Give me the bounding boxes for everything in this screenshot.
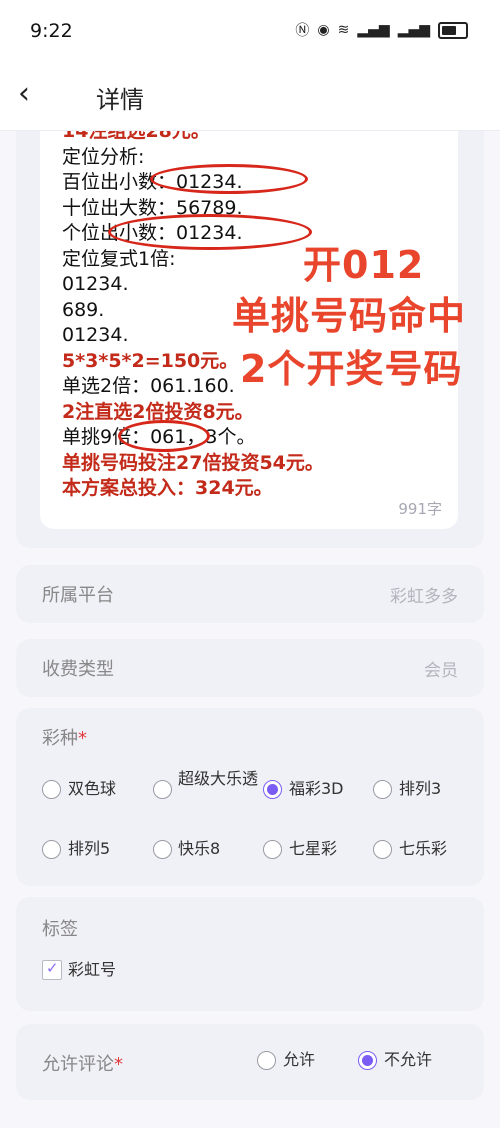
comments-radio-disallow[interactable] xyxy=(358,1051,377,1070)
page-title: 详情 xyxy=(96,86,144,114)
plan-line: 单挑号码投注27倍投资54元。 xyxy=(62,451,324,474)
signal-icon: ▂▄▆ xyxy=(357,22,390,38)
tag-checkbox-label[interactable]: 彩虹号 xyxy=(68,959,116,980)
highlight-ellipse xyxy=(150,164,308,194)
comments-option-label[interactable]: 不允许 xyxy=(384,1049,432,1070)
overlay-text-line: 开012 xyxy=(303,243,425,287)
plan-line: 14注组选28元。 xyxy=(62,131,210,142)
lottery-option-label[interactable]: 排列5 xyxy=(68,838,110,859)
plan-line: 定位复式1倍: xyxy=(62,247,176,270)
status-icons: Ⓝ ◉ ≋ ▂▄▆ ▂▄▆ xyxy=(295,20,468,40)
battery-icon xyxy=(438,21,468,39)
comments-panel: 允许评论* 允许 不允许 xyxy=(16,1024,484,1100)
lottery-radio-pailie3[interactable] xyxy=(373,780,392,799)
check-icon: ✓ xyxy=(46,959,59,977)
required-mark: * xyxy=(114,1054,123,1075)
nfc-icon: Ⓝ xyxy=(295,23,310,39)
char-count: 991字 xyxy=(398,500,442,518)
tags-label: 标签 xyxy=(42,919,78,940)
eye-icon: ◉ xyxy=(317,22,330,38)
status-time: 9:22 xyxy=(30,20,73,42)
plan-line: 2注直选2倍投资8元。 xyxy=(62,400,254,423)
wifi-icon: ≋ xyxy=(337,22,350,38)
lottery-radio-qixingcai[interactable] xyxy=(263,840,282,859)
lottery-label: 彩种* xyxy=(42,724,87,750)
comments-label-text: 允许评论 xyxy=(42,1054,114,1075)
highlight-ellipse xyxy=(118,420,210,452)
highlight-ellipse xyxy=(108,214,312,250)
nav-bar: ‹ 详情 xyxy=(0,62,500,131)
plan-line: 本方案总投入：324元。 xyxy=(62,477,273,499)
required-mark: * xyxy=(78,728,87,749)
lottery-option-label[interactable]: 七乐彩 xyxy=(399,838,447,859)
comments-label: 允许评论* xyxy=(42,1050,123,1076)
lottery-radio-qilecai[interactable] xyxy=(373,840,392,859)
fee-type-label: 收费类型 xyxy=(42,659,114,680)
comments-option-label[interactable]: 允许 xyxy=(283,1049,315,1070)
tag-checkbox[interactable]: ✓ xyxy=(42,959,62,980)
platform-field[interactable]: 所属平台 彩虹多多 xyxy=(16,565,484,623)
lottery-option-label[interactable]: 快乐8 xyxy=(178,838,220,859)
lottery-radio-pailie5[interactable] xyxy=(42,840,61,859)
lottery-radio-shuangseqiu[interactable] xyxy=(42,780,61,799)
lottery-radio-kuaile8[interactable] xyxy=(153,840,172,859)
back-arrow-icon[interactable]: ‹ xyxy=(18,76,30,111)
tags-panel: 标签 ✓ 彩虹号 xyxy=(16,897,484,1011)
signal-icon: ▂▄▆ xyxy=(397,22,430,38)
overlay-text-line: 单挑号码命中 xyxy=(232,294,467,338)
platform-label: 所属平台 xyxy=(42,585,114,606)
overlay-text-line: 2个开奖号码 xyxy=(240,347,463,391)
fee-type-field[interactable]: 收费类型 会员 xyxy=(16,639,484,697)
lottery-option-label[interactable]: 排列3 xyxy=(399,778,441,799)
comments-radio-allow[interactable] xyxy=(257,1051,276,1070)
lottery-option-label[interactable]: 超级大乐透 xyxy=(178,768,258,789)
lottery-option-label[interactable]: 福彩3D xyxy=(289,778,344,799)
platform-value: 彩虹多多 xyxy=(390,587,458,607)
lottery-option-label[interactable]: 双色球 xyxy=(68,778,116,799)
status-bar: 9:22 Ⓝ ◉ ≋ ▂▄▆ ▂▄▆ xyxy=(0,0,500,62)
lottery-option-label[interactable]: 七星彩 xyxy=(289,838,337,859)
lottery-radio-daletou[interactable] xyxy=(153,780,172,799)
fee-type-value: 会员 xyxy=(424,661,458,681)
lottery-label-text: 彩种 xyxy=(42,728,78,749)
lottery-radio-fucai3d[interactable] xyxy=(263,780,282,799)
lottery-panel: 彩种* 双色球 超级大乐透 福彩3D 排列3 排列5 快乐8 七星彩 七乐彩 xyxy=(16,708,484,886)
